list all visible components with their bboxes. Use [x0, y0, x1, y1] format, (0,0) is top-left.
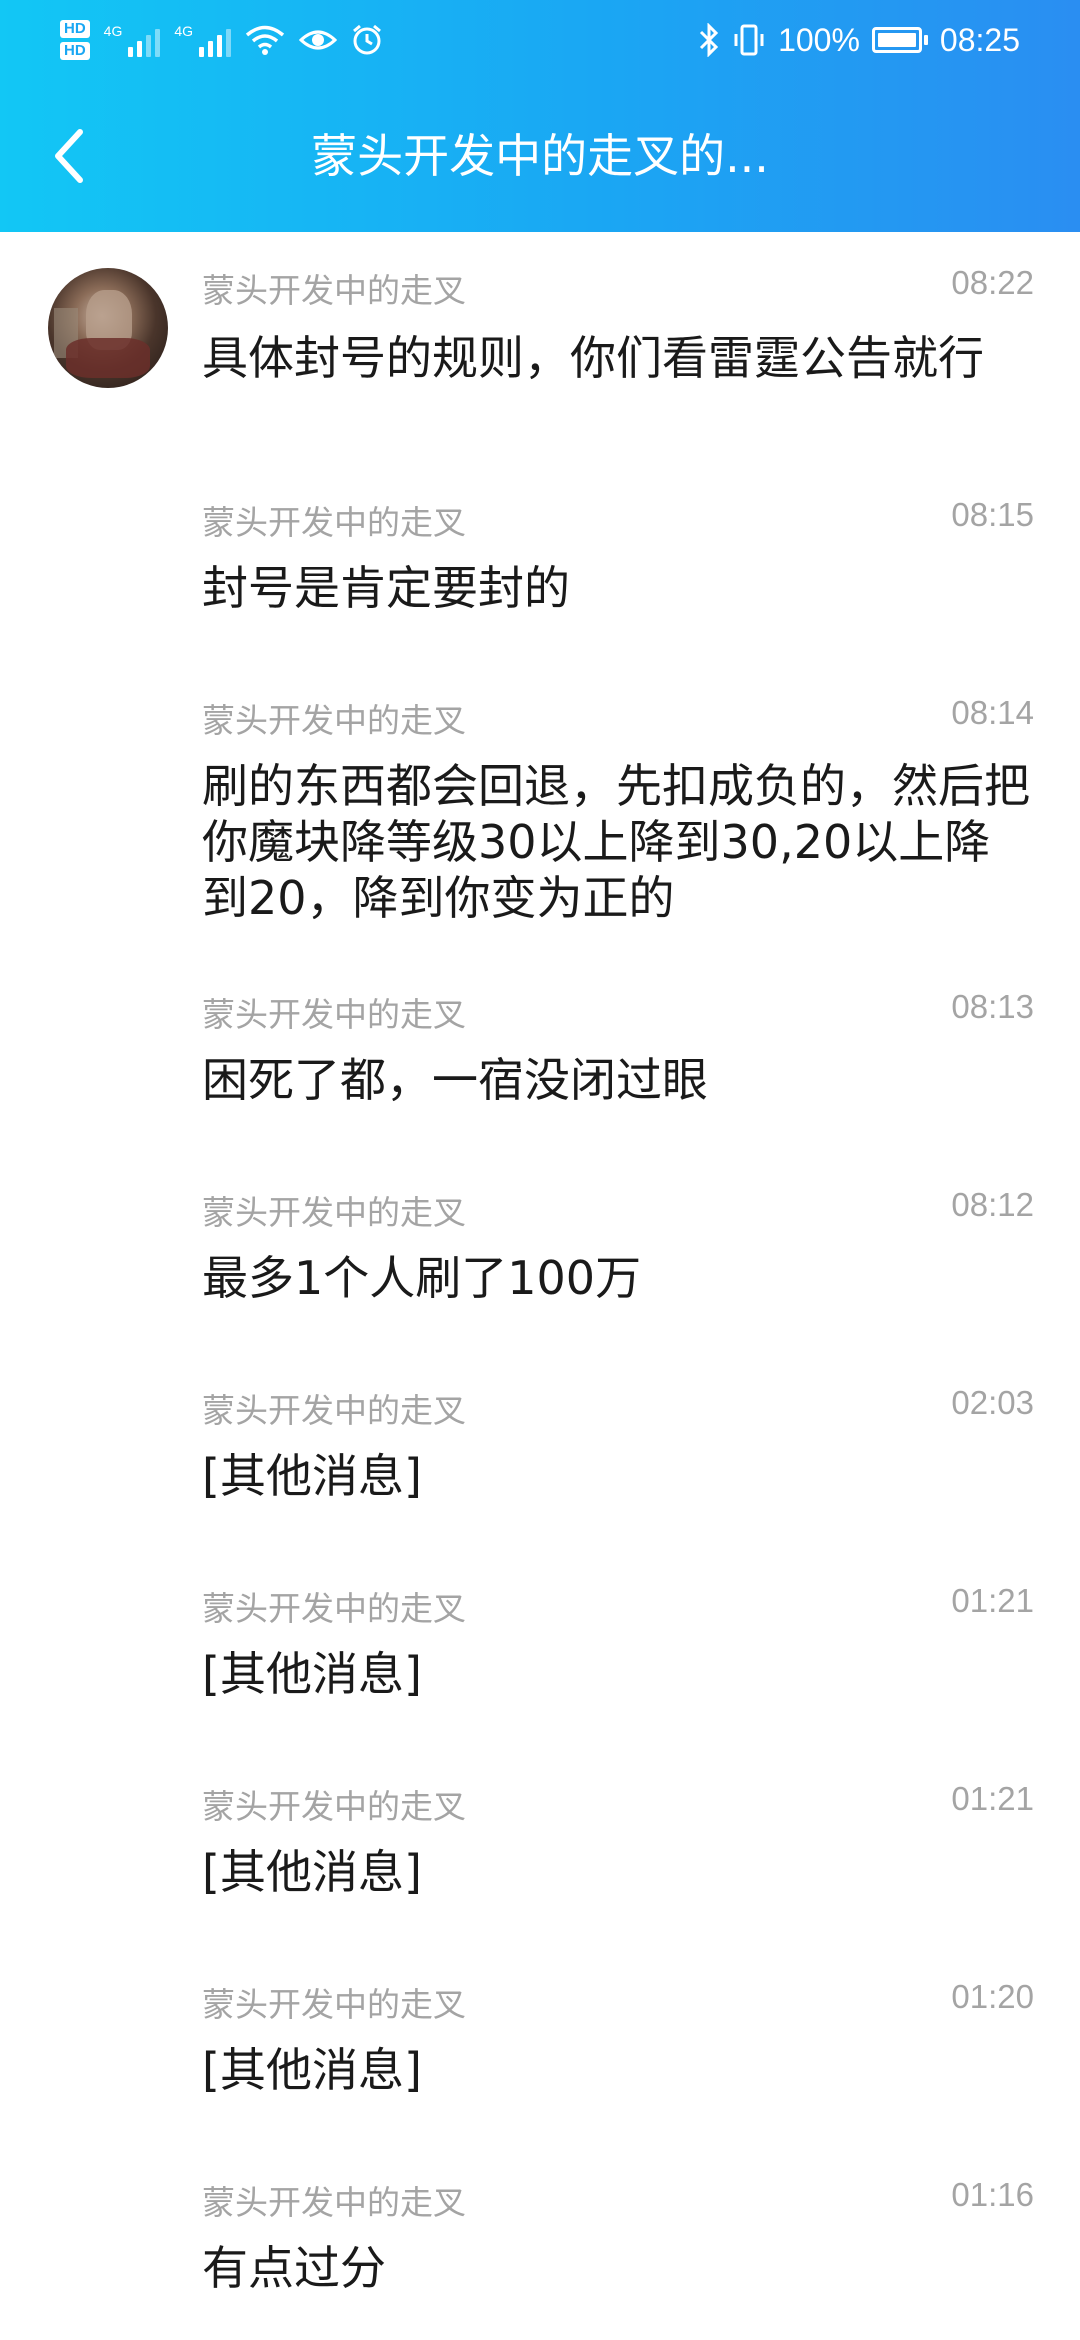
message-text: [其他消息]: [202, 2043, 422, 2097]
message-time: 01:20: [951, 1978, 1034, 2015]
message-text: [其他消息]: [202, 1845, 422, 1899]
message-time: 08:12: [951, 1186, 1034, 1223]
message-item[interactable]: 蒙头开发中的走叉 08:22 具体封号的规则，你们看雷霆公告就行: [0, 232, 1080, 470]
message-time: 01:21: [951, 1780, 1034, 1817]
avatar[interactable]: [48, 268, 168, 388]
message-time: 01:16: [951, 2176, 1034, 2213]
navigation-bar: 蒙头开发中的走叉的...: [0, 80, 1080, 232]
message-item[interactable]: 蒙头开发中的走叉 02:03 [其他消息]: [0, 1358, 1080, 1556]
page-title: 蒙头开发中的走叉的...: [311, 129, 769, 183]
message-time: 08:15: [951, 496, 1034, 533]
wifi-icon: [245, 24, 285, 56]
battery-icon: [871, 27, 928, 53]
message-time: 01:21: [951, 1582, 1034, 1619]
signal-4g-icon: 4G: [104, 23, 161, 57]
message-text: 最多1个人刷了100万: [202, 1251, 642, 1305]
back-button[interactable]: [48, 126, 92, 186]
status-bar-right: 100% 08:25: [698, 14, 1020, 66]
signal-4g-icon: 4G: [174, 23, 232, 57]
battery-percent: 100%: [778, 21, 860, 58]
message-text: 封号是肯定要封的: [202, 561, 570, 615]
message-item[interactable]: 蒙头开发中的走叉 08:14 刷的东西都会回退，先扣成负的，然后把你魔块降等级3…: [0, 668, 1080, 962]
message-text: 刷的东西都会回退，先扣成负的，然后把你魔块降等级30以上降到30,20以上降到2…: [202, 759, 1030, 925]
message-sender: 蒙头开发中的走叉: [202, 995, 466, 1034]
message-time: 08:13: [951, 988, 1034, 1025]
network-label: 4G: [103, 23, 123, 39]
message-sender: 蒙头开发中的走叉: [202, 2183, 466, 2222]
message-text: [其他消息]: [202, 1647, 422, 1701]
message-sender: 蒙头开发中的走叉: [202, 1787, 466, 1826]
message-item[interactable]: 蒙头开发中的走叉 08:12 最多1个人刷了100万: [0, 1160, 1080, 1358]
message-text: 困死了都，一宿没闭过眼: [202, 1053, 708, 1107]
eye-icon: [299, 26, 338, 54]
message-text: [其他消息]: [202, 1449, 422, 1503]
message-item[interactable]: 蒙头开发中的走叉 01:16 有点过分: [0, 2150, 1080, 2340]
vibrate-icon: [732, 23, 766, 57]
alarm-icon: [351, 24, 383, 56]
message-sender: 蒙头开发中的走叉: [202, 701, 466, 740]
hd-icons: HD HD: [60, 20, 90, 60]
status-bar: HD HD 4G 4G 100% 08:25: [0, 0, 1080, 80]
hd-1-icon: HD: [60, 20, 90, 38]
message-sender: 蒙头开发中的走叉: [202, 1391, 466, 1430]
status-bar-left: HD HD 4G 4G: [60, 14, 383, 66]
message-item[interactable]: 蒙头开发中的走叉 08:13 困死了都，一宿没闭过眼: [0, 962, 1080, 1160]
message-item[interactable]: 蒙头开发中的走叉 08:15 封号是肯定要封的: [0, 470, 1080, 668]
message-item[interactable]: 蒙头开发中的走叉 01:21 [其他消息]: [0, 1556, 1080, 1754]
message-item[interactable]: 蒙头开发中的走叉 01:20 [其他消息]: [0, 1952, 1080, 2150]
message-sender: 蒙头开发中的走叉: [202, 1985, 466, 2024]
message-time: 08:22: [951, 264, 1034, 301]
message-sender: 蒙头开发中的走叉: [202, 271, 466, 310]
bluetooth-icon: [698, 23, 720, 57]
message-text: 有点过分: [202, 2241, 386, 2295]
chevron-left-icon: [55, 129, 83, 183]
header: HD HD 4G 4G 100% 08:25 蒙头开发中的走叉的...: [0, 0, 1080, 232]
network-label: 4G: [174, 23, 194, 39]
message-sender: 蒙头开发中的走叉: [202, 1589, 466, 1628]
message-sender: 蒙头开发中的走叉: [202, 1193, 466, 1232]
message-item[interactable]: 蒙头开发中的走叉 01:21 [其他消息]: [0, 1754, 1080, 1952]
message-time: 08:14: [951, 694, 1034, 731]
clock: 08:25: [939, 21, 1020, 58]
message-text: 具体封号的规则，你们看雷霆公告就行: [202, 331, 984, 385]
message-sender: 蒙头开发中的走叉: [202, 503, 466, 542]
message-time: 02:03: [951, 1384, 1034, 1421]
hd-2-icon: HD: [60, 42, 90, 60]
